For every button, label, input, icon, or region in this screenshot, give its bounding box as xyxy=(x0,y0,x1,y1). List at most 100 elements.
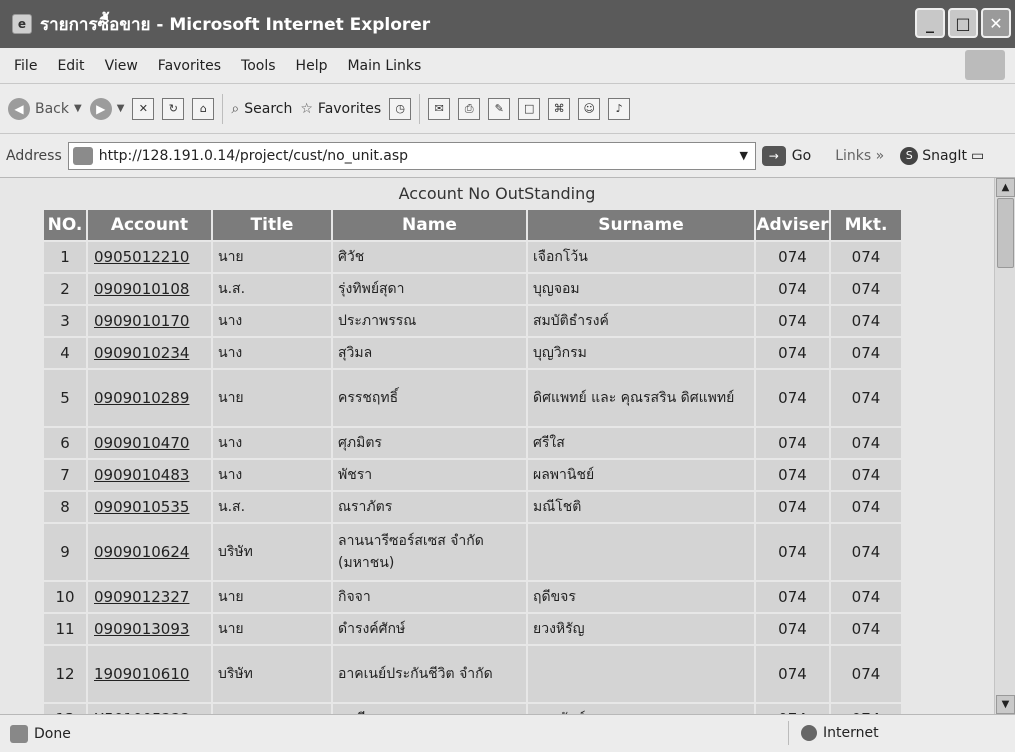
snagit-button[interactable]: S SnagIt ▭ xyxy=(900,146,984,165)
column-header: Name xyxy=(331,208,528,242)
table-row: 5 0909010289 นาย ครรชฤทธิ์ ดิศแพทย์ และ คุณร… xyxy=(42,368,903,428)
mkt-cell: 074 xyxy=(829,702,903,714)
address-bar: Address http://128.191.0.14/project/cust… xyxy=(0,134,1015,178)
table-cell: 0909010289 xyxy=(86,368,213,428)
adviser-cell: 074 xyxy=(754,644,831,704)
row-number: 8 xyxy=(42,490,88,524)
row-number: 6 xyxy=(42,426,88,460)
go-button[interactable]: → Go xyxy=(761,145,811,166)
adviser-cell: 074 xyxy=(754,612,831,646)
address-input[interactable]: http://128.191.0.14/project/cust/no_unit… xyxy=(67,141,756,170)
mkt-cell: 074 xyxy=(829,368,903,428)
account-link[interactable]: 0905012210 xyxy=(94,248,189,266)
stop-icon[interactable]: ✕ xyxy=(132,97,155,120)
adviser-cell: 074 xyxy=(754,458,831,492)
table-cell: X501005222 xyxy=(86,702,213,714)
table-cell: 0909013093 xyxy=(86,612,213,646)
name-cell: ศุภมิตร xyxy=(331,426,528,460)
surname-cell: ศรีใส xyxy=(526,426,756,460)
table-row: 8 0909010535 น.ส. ณราภัตร มณีโชติ 074 074 xyxy=(42,490,903,524)
edit-icon[interactable]: ✎ xyxy=(488,97,511,120)
adviser-cell: 074 xyxy=(754,368,831,428)
links-button[interactable]: Links » xyxy=(835,148,884,164)
page-icon xyxy=(72,146,93,165)
favorites-star-icon: ☆ xyxy=(300,100,313,117)
favorites-button[interactable]: ☆ Favorites xyxy=(300,101,381,117)
mkt-cell: 074 xyxy=(829,458,903,492)
row-number: 10 xyxy=(42,580,88,614)
maximize-button[interactable]: □ xyxy=(948,8,978,38)
refresh-icon[interactable]: ↻ xyxy=(162,97,185,120)
name-cell: ศิวัช xyxy=(331,240,528,274)
menu-edit[interactable]: Edit xyxy=(47,58,94,74)
table-row: 6 0909010470 นาง ศุภมิตร ศรีใส 074 074 xyxy=(42,426,903,460)
vertical-scrollbar[interactable]: ▲ ▼ xyxy=(994,178,1015,714)
name-cell: รุ่งทิพย์สุดา xyxy=(331,272,528,306)
column-header: Account xyxy=(86,208,213,242)
account-link[interactable]: 0909012327 xyxy=(94,588,189,606)
scroll-thumb[interactable] xyxy=(997,198,1014,268)
menu-view[interactable]: View xyxy=(95,58,148,74)
adviser-cell: 074 xyxy=(754,240,831,274)
name-cell: ประภาพรรณ xyxy=(331,304,528,338)
mkt-cell: 074 xyxy=(829,272,903,306)
table-row: 10 0909012327 นาย กิจจา ฤดีขจร 074 074 xyxy=(42,580,903,614)
scroll-up-icon[interactable]: ▲ xyxy=(996,178,1015,197)
forward-button[interactable]: ▶ ▼ xyxy=(89,97,125,120)
messenger-icon[interactable]: ☺ xyxy=(578,97,601,120)
scroll-down-icon[interactable]: ▼ xyxy=(996,695,1015,714)
mail-icon[interactable]: ✉ xyxy=(428,97,451,120)
account-link[interactable]: 0909010470 xyxy=(94,434,189,452)
table-row: 12 1909010610 บริษัท อาคเนย์ประกันชีวิต จำก… xyxy=(42,644,903,704)
back-arrow-icon: ◀ xyxy=(8,97,30,120)
title-cell: นาย xyxy=(211,612,333,646)
table-body: 1 0905012210 นาย ศิวัช เจือกโว้น 074 074 2 09090… xyxy=(42,240,903,714)
account-link[interactable]: 0909010289 xyxy=(94,389,189,407)
table-row: 9 0909010624 บริษัท ลานนารีซอร์สเซส จำกัด (… xyxy=(42,522,903,582)
account-link[interactable]: 0909010624 xyxy=(94,543,189,561)
browser-window: e รายการซื้อขาย - Microsoft Internet Exp… xyxy=(0,0,1015,752)
address-dropdown-icon[interactable]: ▼ xyxy=(733,149,755,162)
menu-main-links[interactable]: Main Links xyxy=(337,58,431,74)
window-controls: _ □ ✕ xyxy=(915,8,1011,38)
menu-tools[interactable]: Tools xyxy=(231,58,286,74)
menu-file[interactable]: File xyxy=(4,58,47,74)
back-button[interactable]: ◀ Back ▼ xyxy=(8,97,82,120)
row-number: 2 xyxy=(42,272,88,306)
adviser-cell: 074 xyxy=(754,580,831,614)
menu-favorites[interactable]: Favorites xyxy=(148,58,231,74)
surname-cell: บุญจอม xyxy=(526,272,756,306)
name-cell: ศุษฎี xyxy=(331,702,528,714)
title-cell: น.ส. xyxy=(211,272,333,306)
media-icon[interactable]: ♪ xyxy=(608,97,631,120)
mkt-cell: 074 xyxy=(829,644,903,704)
row-number: 3 xyxy=(42,304,88,338)
page-content: Account No OutStanding NO. Account Title… xyxy=(0,178,994,714)
print-icon[interactable]: ⎙ xyxy=(458,97,481,120)
search-button[interactable]: ⌕ Search xyxy=(231,101,292,117)
account-link[interactable]: 0909010234 xyxy=(94,344,189,362)
research-icon[interactable]: ⌘ xyxy=(548,97,571,120)
name-cell: พัชรา xyxy=(331,458,528,492)
account-link[interactable]: 0909010535 xyxy=(94,498,189,516)
surname-cell: ยวงหิรัญ xyxy=(526,612,756,646)
menu-help[interactable]: Help xyxy=(286,58,338,74)
back-dropdown-icon[interactable]: ▼ xyxy=(74,103,82,114)
surname-cell: มณีโชติ xyxy=(526,490,756,524)
snagit-window-icon[interactable]: ▭ xyxy=(971,148,984,164)
column-header: Surname xyxy=(526,208,756,242)
minimize-button[interactable]: _ xyxy=(915,8,945,38)
title-cell: นาง xyxy=(211,336,333,370)
mkt-cell: 074 xyxy=(829,580,903,614)
forward-dropdown-icon[interactable]: ▼ xyxy=(117,103,125,114)
account-link[interactable]: 1909010610 xyxy=(94,665,189,683)
account-link[interactable]: 0909010483 xyxy=(94,466,189,484)
account-link[interactable]: 0909013093 xyxy=(94,620,189,638)
history-icon[interactable]: ◷ xyxy=(389,97,412,120)
close-button[interactable]: ✕ xyxy=(981,8,1011,38)
account-link[interactable]: 0909010170 xyxy=(94,312,189,330)
discuss-icon[interactable]: □ xyxy=(518,97,541,120)
home-icon[interactable]: ⌂ xyxy=(192,97,215,120)
zone-label: Internet xyxy=(823,725,879,741)
account-link[interactable]: 0909010108 xyxy=(94,280,189,298)
